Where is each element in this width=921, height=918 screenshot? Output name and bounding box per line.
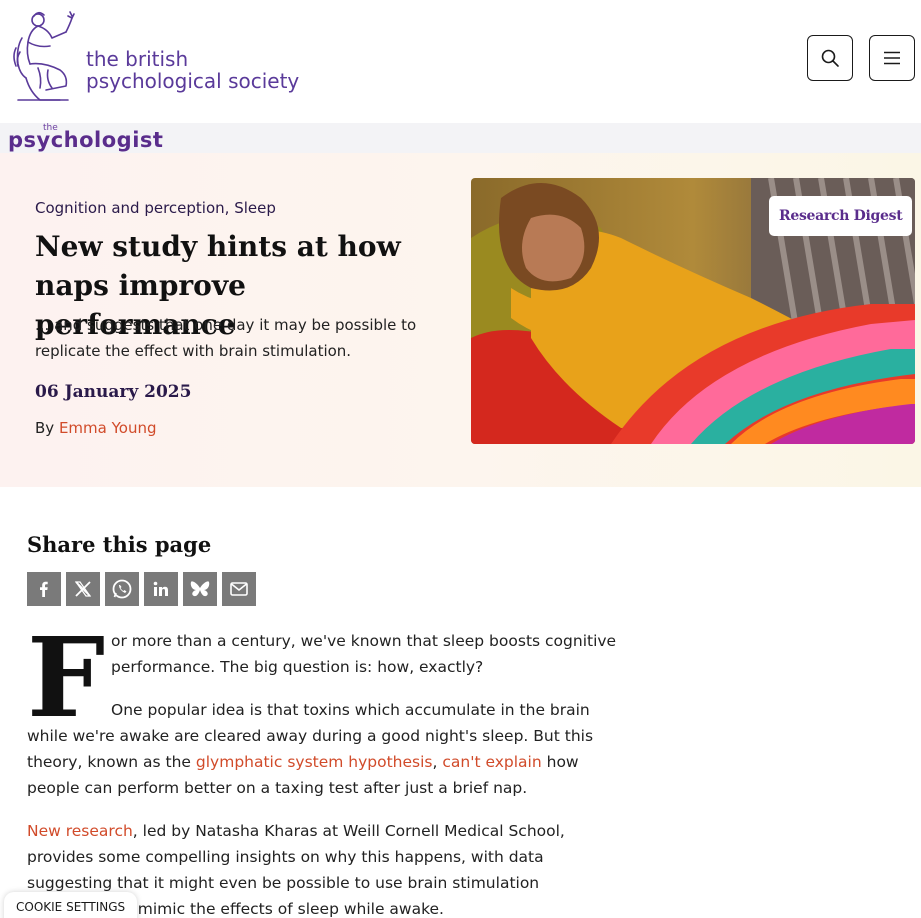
x-icon [74,581,92,597]
article-standfirst: ... and suggests that one day it may be … [35,316,417,360]
menu-button[interactable] [869,35,915,81]
article-hero: Cognition and perception, Sleep New stud… [0,153,921,487]
cant-explain-link[interactable]: can't explain [442,753,541,771]
share-x-button[interactable] [66,572,100,606]
bluesky-butterfly-icon [190,581,210,597]
glymphatic-hypothesis-link[interactable]: glymphatic system hypothesis [196,753,433,771]
cookie-settings-button[interactable]: COOKIE SETTINGS [4,892,138,918]
paragraph-2-text-b: , [432,753,443,771]
search-button[interactable] [807,35,853,81]
email-icon [230,582,248,596]
new-research-link[interactable]: New research [27,822,133,840]
byline-prefix: By [35,419,59,437]
org-name-line1: the british [86,47,189,71]
publish-date: 06 January 2025 [35,382,192,402]
article-paragraph-2: One popular idea is that toxins which ac… [27,697,622,801]
author-link[interactable]: Emma Young [59,419,157,437]
share-linkedin-button[interactable] [144,572,178,606]
article-paragraph-1: or more than a century, we've known that… [111,632,617,676]
category-separator: , [224,199,235,217]
whatsapp-icon [112,579,132,599]
share-bluesky-button[interactable] [183,572,217,606]
psychologist-brand-bar: the psychologist [0,123,921,153]
hero-image: Research Digest [471,178,915,444]
category-link-sleep[interactable]: Sleep [234,199,276,217]
psychologist-logo[interactable]: psychologist [8,128,163,152]
share-buttons [27,572,256,606]
hamburger-menu-icon [884,51,900,65]
search-icon [821,49,839,67]
research-digest-badge[interactable]: Research Digest [769,196,913,236]
byline: By Emma Young [35,419,156,437]
category-link-cognition[interactable]: Cognition and perception [35,199,225,217]
site-header: the british psychological society [0,0,921,123]
facebook-icon [40,581,48,597]
linkedin-icon [153,581,168,596]
org-name-line2: psychological society [86,69,300,93]
share-facebook-button[interactable] [27,572,61,606]
share-whatsapp-button[interactable] [105,572,139,606]
article-categories: Cognition and perception, Sleep [35,199,276,217]
bps-logo-figure-icon[interactable] [8,8,80,106]
share-email-button[interactable] [222,572,256,606]
share-title: Share this page [27,532,212,557]
org-name[interactable]: the british psychological society [86,48,299,92]
